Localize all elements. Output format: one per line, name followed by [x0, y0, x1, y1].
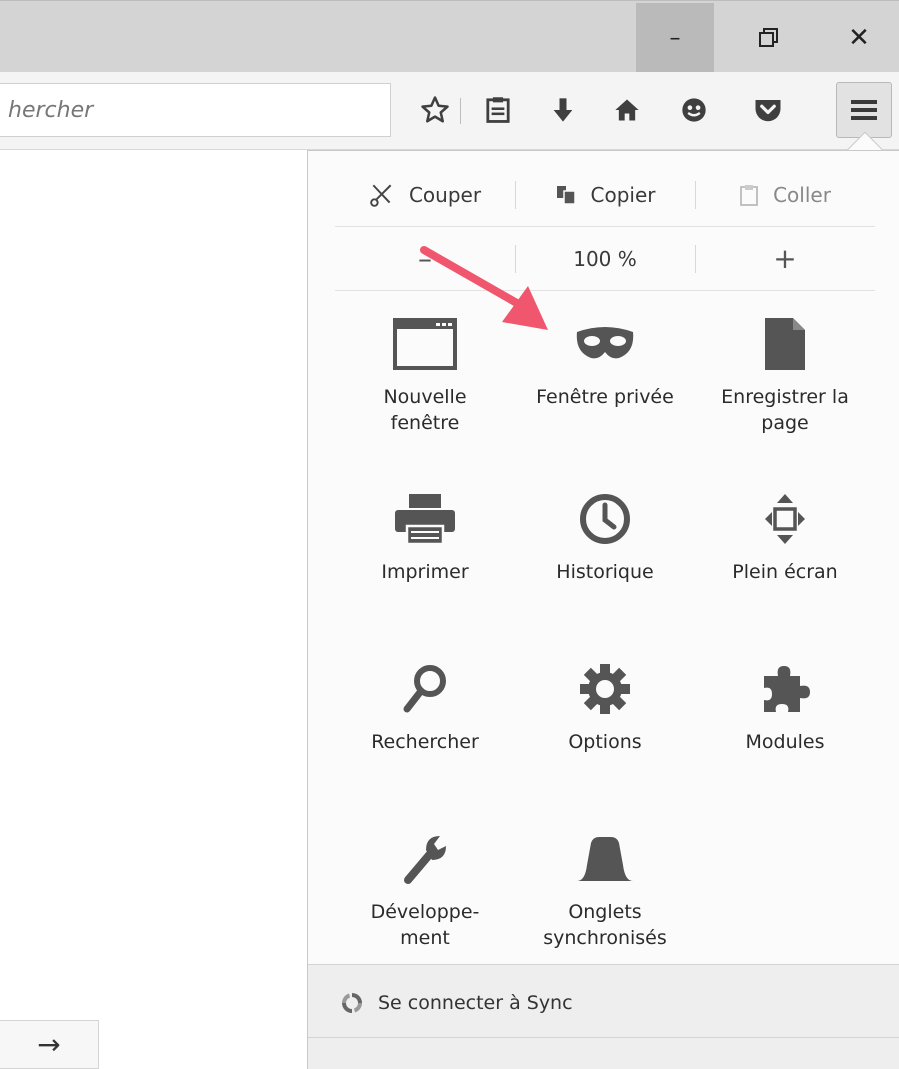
find-button[interactable]: Rechercher [335, 661, 515, 755]
sync-signin-button[interactable]: Se connecter à Sync [340, 987, 573, 1019]
private-mask-icon [576, 327, 634, 359]
clipboard-icon [740, 184, 758, 206]
hello-button[interactable] [672, 86, 716, 134]
restore-button[interactable] [730, 3, 808, 73]
home-button[interactable] [605, 86, 649, 134]
open-menu-button[interactable] [836, 82, 892, 138]
print-button[interactable]: Imprimer [335, 491, 515, 585]
copy-icon [556, 185, 576, 205]
smiley-icon [682, 98, 706, 122]
synced-tabs-button[interactable]: Onglets synchronisés [515, 831, 695, 951]
options-label: Options [568, 731, 642, 753]
history-button[interactable]: Historique [515, 491, 695, 585]
sync-icon [342, 993, 362, 1013]
search-box[interactable] [0, 83, 391, 137]
search-icon [403, 665, 446, 713]
addons-label: Modules [745, 731, 825, 753]
wrench-icon [404, 836, 446, 884]
pocket-icon [755, 100, 781, 122]
navigation-toolbar [0, 72, 899, 150]
save-page-button[interactable]: Enregistrer la page [695, 316, 875, 436]
copy-button[interactable]: Copier [515, 163, 695, 226]
sync-footer: Se connecter à Sync [308, 964, 899, 1069]
zoom-in-label: + [773, 242, 797, 275]
close-icon: ✕ [848, 23, 870, 53]
zoom-in-button[interactable]: + [695, 227, 875, 290]
addons-button[interactable]: Modules [695, 661, 875, 755]
toolbar-separator [460, 98, 461, 124]
print-label: Imprimer [381, 561, 469, 583]
zoom-level: 100 % [573, 246, 637, 271]
close-button[interactable]: ✕ [820, 3, 898, 73]
cut-label: Couper [408, 182, 482, 207]
arrow-right-icon: → [37, 1028, 61, 1061]
cut-button[interactable]: Couper [335, 163, 515, 226]
reading-list-icon [486, 97, 510, 123]
synced-tabs-icon [577, 837, 633, 881]
star-icon [421, 96, 449, 123]
fullscreen-label: Plein écran [732, 561, 838, 583]
paste-button[interactable]: Coller [695, 163, 875, 226]
edit-controls: Couper Copier Coller [335, 163, 875, 227]
minimize-icon: – [669, 25, 681, 51]
history-clock-icon [580, 494, 630, 544]
paste-label: Coller [773, 182, 831, 207]
fullscreen-button[interactable]: Plein écran [695, 491, 875, 585]
find-label: Rechercher [371, 731, 479, 753]
scissors-icon [370, 184, 392, 207]
main-menu-panel: Couper Copier Coller – 100 % + Nouvelle … [307, 150, 899, 1069]
fullscreen-icon [765, 494, 805, 544]
minimize-button[interactable]: – [636, 3, 714, 73]
bookmark-star-button[interactable] [413, 86, 457, 134]
private-window-label: Fenêtre privée [536, 386, 674, 408]
go-button[interactable]: → [0, 1020, 99, 1069]
options-button[interactable]: Options [515, 661, 695, 755]
history-label: Historique [556, 561, 654, 583]
downloads-button[interactable] [541, 86, 585, 134]
developer-label: Développe- ment [370, 901, 480, 949]
footer-divider [308, 1037, 899, 1038]
download-icon [553, 98, 573, 122]
save-page-label: Enregistrer la page [721, 386, 849, 434]
developer-button[interactable]: Développe- ment [335, 831, 515, 951]
gear-icon [580, 664, 630, 714]
reading-list-button[interactable] [476, 86, 520, 134]
home-icon [615, 99, 639, 121]
title-bar: – ✕ [0, 0, 899, 73]
restore-icon [759, 28, 778, 47]
puzzle-icon [764, 666, 810, 712]
printer-icon [395, 494, 455, 546]
search-input[interactable] [8, 97, 390, 123]
hamburger-icon [851, 100, 877, 120]
save-page-icon [765, 318, 805, 370]
copy-label: Copier [590, 182, 656, 207]
new-window-label: Nouvelle fenêtre [383, 386, 467, 434]
synced-tabs-label: Onglets synchronisés [543, 901, 667, 949]
pocket-button[interactable] [746, 86, 790, 134]
sync-label: Se connecter à Sync [378, 992, 573, 1014]
annotation-arrow [420, 246, 548, 330]
